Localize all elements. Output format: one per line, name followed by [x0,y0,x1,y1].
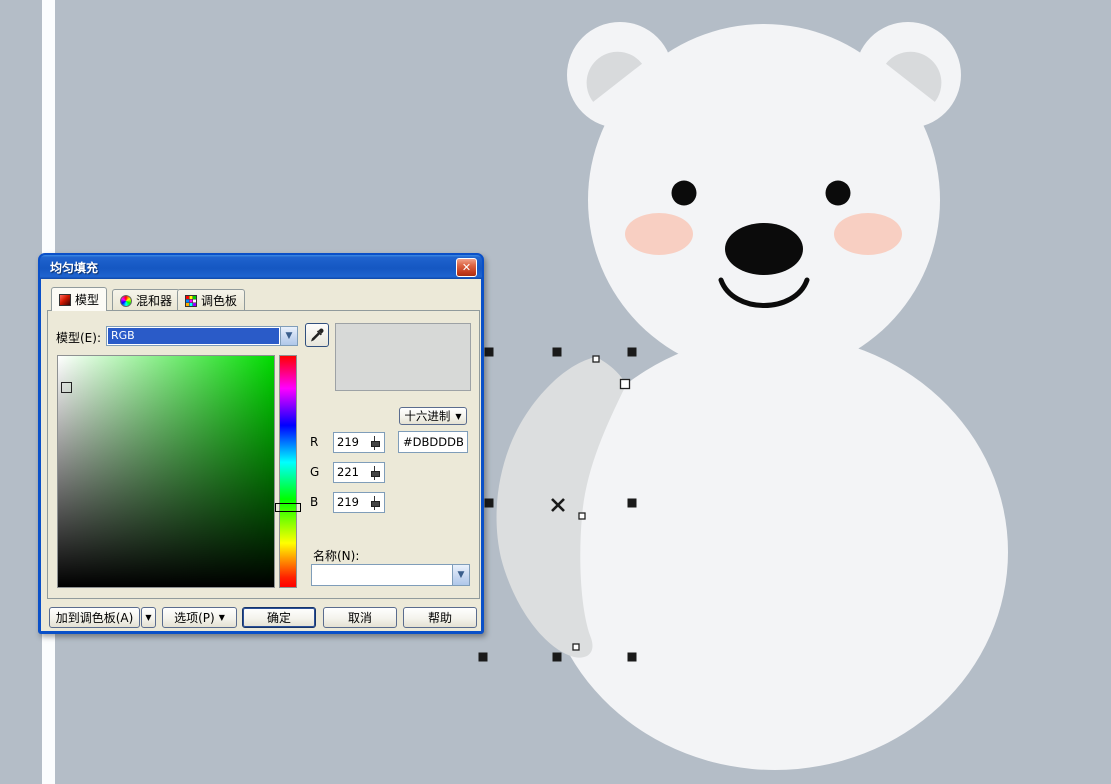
name-value [313,566,451,584]
application-canvas: 均匀填充 ✕ 模型 混和器 调色板 模型(E): RGB ▼ 十六进制 ▼ R … [0,0,1111,784]
hexadecimal-button-label: 十六进制 [404,409,451,423]
tab-mixers[interactable]: 混和器 [112,289,181,311]
curve-node-start[interactable] [619,378,631,390]
spinner-icon[interactable] [369,466,380,480]
tab-label: 模型 [75,293,100,307]
hue-bar[interactable] [275,355,301,588]
channel-r-label: R [310,435,319,449]
color-preview-swatch [335,323,471,391]
model-label: 模型(E): [56,331,101,345]
bear-nose[interactable] [725,223,803,275]
close-button[interactable]: ✕ [456,258,477,277]
hue-slider[interactable] [275,503,301,512]
channel-b-label: B [310,495,319,509]
ok-label: 确定 [266,611,291,625]
color-field-marker[interactable] [61,382,72,393]
add-to-palette-button[interactable]: 加到调色板(A) [49,607,140,628]
add-to-palette-label: 加到调色板(A) [55,611,134,625]
palettes-tab-icon [185,294,197,307]
cancel-label: 取消 [347,611,372,625]
spinner-icon[interactable] [369,496,380,510]
close-icon: ✕ [461,261,472,274]
tab-models[interactable]: 模型 [51,287,108,311]
selection-handle-bottom-center[interactable] [552,652,562,662]
channel-g-field[interactable] [333,462,385,483]
eyedropper-icon [311,328,324,342]
channel-b-field[interactable] [333,492,385,513]
hex-value-input[interactable] [403,435,463,449]
chevron-down-icon[interactable]: ▼ [452,565,469,585]
dropdown-arrow-icon: ▼ [145,613,152,622]
dropdown-arrow-icon: ▼ [455,411,462,421]
dialog-button-row: 加到调色板(A) ▼ 选项(P) ▼ 确定 取消 帮助 [41,607,487,628]
selection-handle-top-center[interactable] [552,347,562,357]
selection-handle-bottom-left[interactable] [478,652,488,662]
help-label: 帮助 [427,611,452,625]
hex-value-field[interactable] [398,431,468,453]
selection-handle-mid-left[interactable] [484,498,494,508]
selection-handle-bottom-right[interactable] [627,652,637,662]
options-button[interactable]: 选项(P) ▼ [162,607,237,628]
mixers-tab-icon [120,294,132,307]
color-field[interactable] [57,355,275,588]
tab-palettes[interactable]: 调色板 [177,289,246,311]
bear-eye-right[interactable] [825,180,851,206]
model-selected-value: RGB [108,328,279,344]
bear-cheek-left[interactable] [625,213,693,255]
add-to-palette-dropdown-button[interactable]: ▼ [141,607,156,628]
channel-r-field[interactable] [333,432,385,453]
tab-label: 混和器 [136,294,173,308]
bear-head[interactable] [588,24,940,376]
help-button[interactable]: 帮助 [403,607,477,628]
tab-label: 调色板 [201,294,238,308]
uniform-fill-dialog: 均匀填充 ✕ 模型 混和器 调色板 模型(E): RGB ▼ 十六进制 ▼ R … [38,253,484,634]
name-label: 名称(N): [313,549,360,563]
options-label: 选项(P) [174,611,215,625]
dialog-title: 均匀填充 [50,260,99,275]
channel-g-label: G [310,465,320,479]
channel-r-input[interactable] [337,435,367,449]
spinner-icon[interactable] [369,436,380,450]
hexadecimal-button[interactable]: 十六进制 ▼ [399,407,467,425]
dropdown-arrow-icon: ▼ [218,613,225,622]
ok-button[interactable]: 确定 [242,607,316,628]
model-combobox[interactable]: RGB ▼ [106,326,298,346]
models-tab-page: 模型(E): RGB ▼ 十六进制 ▼ R 219 G 221 B 219 #D… [47,310,480,599]
selection-handle-top-left[interactable] [484,347,494,357]
eyedropper-button[interactable] [305,323,329,347]
curve-node[interactable] [572,643,580,651]
cancel-button[interactable]: 取消 [323,607,397,628]
models-tab-icon [59,293,71,306]
selection-handle-top-right[interactable] [627,347,637,357]
bear-cheek-right[interactable] [834,213,902,255]
name-combobox[interactable]: ▼ [311,564,470,586]
channel-g-input[interactable] [337,465,367,479]
curve-node[interactable] [592,355,600,363]
channel-b-input[interactable] [337,495,367,509]
selection-handle-mid-right[interactable] [627,498,637,508]
curve-node[interactable] [578,512,586,520]
bear-eye-left[interactable] [671,180,697,206]
dialog-titlebar[interactable]: 均匀填充 ✕ [40,255,482,279]
chevron-down-icon[interactable]: ▼ [280,327,297,345]
